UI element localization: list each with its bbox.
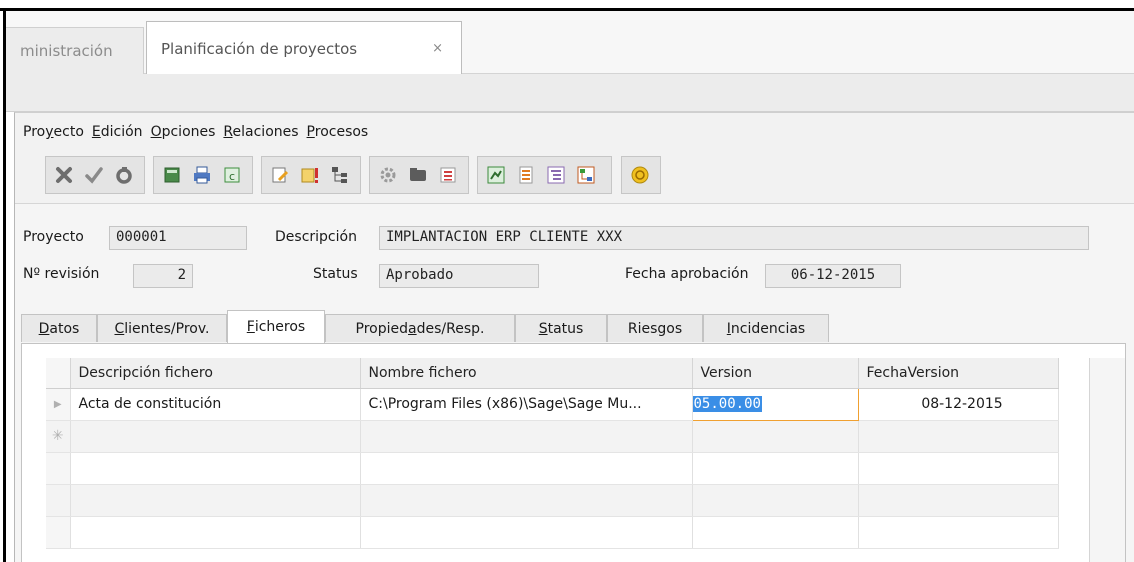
- tab-clientes-prov[interactable]: Clientes/Prov.: [97, 314, 227, 342]
- row-indicator-icon: ▶: [46, 388, 71, 421]
- confirm-icon[interactable]: [80, 161, 108, 189]
- cell-descripcion[interactable]: Acta de constitución: [70, 388, 361, 421]
- folder-icon[interactable]: [404, 161, 432, 189]
- empty-cell[interactable]: [858, 420, 1059, 453]
- toolbar-group-reports: [477, 156, 612, 194]
- tab-administracion[interactable]: ministración: [6, 27, 144, 74]
- cell-fechaversion[interactable]: 08-12-2015: [858, 388, 1059, 421]
- proyecto-field[interactable]: 000001: [109, 226, 247, 250]
- tab-label: ministración: [20, 42, 113, 60]
- chart-icon[interactable]: [482, 161, 510, 189]
- close-icon[interactable]: ×: [432, 41, 443, 56]
- menu-relaciones[interactable]: Relaciones: [223, 124, 298, 140]
- window-frame-top: [0, 0, 1134, 11]
- toolbar-group-currency: [621, 156, 661, 194]
- menu-opciones[interactable]: Opciones: [151, 124, 216, 140]
- tab-planificacion-proyectos[interactable]: Planificación de proyectos ×: [146, 21, 462, 75]
- currency-icon[interactable]: [626, 161, 654, 189]
- alert-doc-icon[interactable]: [296, 161, 324, 189]
- cell-nombre[interactable]: C:\Program Files (x86)\Sage\Sage Mu...: [360, 388, 693, 421]
- new-row-icon: ✳: [46, 420, 71, 453]
- fecha-aprobacion-label: Fecha aprobación: [625, 266, 749, 282]
- table-row[interactable]: ▶ Acta de constitución C:\Program Files …: [46, 387, 1059, 421]
- empty-row: [46, 452, 1059, 485]
- ficheros-grid: Descripción fichero Nombre fichero Versi…: [46, 358, 1090, 562]
- menu-bar: Proyecto Edición Opciones Relaciones Pro…: [15, 113, 1134, 151]
- toolbar-group-edit: [45, 156, 145, 194]
- toolbar-group-docs: [261, 156, 361, 194]
- revision-field[interactable]: 2: [133, 264, 193, 288]
- ficheros-panel: Descripción fichero Nombre fichero Versi…: [21, 343, 1126, 562]
- settings-icon[interactable]: [374, 161, 402, 189]
- tab-ficheros[interactable]: Ficheros: [227, 310, 325, 343]
- new-row[interactable]: ✳: [46, 420, 1059, 453]
- export-icon[interactable]: c: [218, 161, 246, 189]
- column-header-version[interactable]: Version: [692, 358, 859, 389]
- column-header-nombre[interactable]: Nombre fichero: [360, 358, 693, 389]
- revision-label: Nº revisión: [23, 266, 100, 282]
- tab-riesgos[interactable]: Ries g os: [607, 314, 703, 342]
- version-selected-text[interactable]: 05.00.00: [693, 396, 762, 412]
- column-header-descripcion[interactable]: Descripción fichero: [70, 358, 361, 389]
- empty-row: [46, 516, 1059, 549]
- tab-propiedades-resp[interactable]: Propied a des/Resp.: [325, 314, 515, 342]
- column-header-fechaversion[interactable]: FechaVersion: [858, 358, 1059, 389]
- empty-cell[interactable]: [692, 420, 859, 453]
- outline-icon[interactable]: [542, 161, 570, 189]
- status-field[interactable]: Aprobado: [379, 264, 539, 288]
- tab-status[interactable]: Status: [515, 314, 607, 342]
- menu-procesos[interactable]: Procesos: [307, 124, 369, 140]
- menu-edicion[interactable]: Edición: [92, 124, 143, 140]
- tab-incidencias[interactable]: Incidencias: [703, 314, 829, 342]
- delete-icon[interactable]: [50, 161, 78, 189]
- undo-icon[interactable]: [110, 161, 138, 189]
- calculator-icon[interactable]: [158, 161, 186, 189]
- project-window: Proyecto Edición Opciones Relaciones Pro…: [14, 112, 1134, 562]
- empty-cell[interactable]: [360, 420, 693, 453]
- detail-tabs: Datos Clientes/Prov. Ficheros Propied a de…: [21, 310, 921, 343]
- descripcion-label: Descripción: [275, 229, 357, 245]
- descripcion-field[interactable]: IMPLANTACION ERP CLIENTE XXX: [379, 226, 1089, 250]
- tree-icon[interactable]: [326, 161, 354, 189]
- edit-doc-icon[interactable]: [266, 161, 294, 189]
- toolbar-group-config: [369, 156, 469, 194]
- diagram-icon[interactable]: [572, 161, 600, 189]
- print-icon[interactable]: [188, 161, 216, 189]
- svg-text:c: c: [229, 170, 235, 183]
- menu-proyecto[interactable]: Proyecto: [23, 124, 84, 140]
- document-tab-strip: ministración Planificación de proyectos …: [6, 11, 1134, 75]
- grid-scroll-area[interactable]: [1089, 358, 1125, 562]
- tab-datos[interactable]: Datos: [21, 314, 97, 342]
- empty-row: [46, 484, 1059, 517]
- tab-label: Planificación de proyectos: [161, 39, 358, 58]
- cell-version-editing[interactable]: 05.00.00: [691, 387, 859, 421]
- toolbar-group-output: c: [153, 156, 253, 194]
- proyecto-label: Proyecto: [23, 229, 84, 245]
- list-icon[interactable]: [434, 161, 462, 189]
- status-label: Status: [313, 266, 358, 282]
- toolbar: c: [25, 151, 1134, 201]
- project-form: Proyecto 000001 Descripción IMPLANTACION…: [15, 203, 1134, 562]
- header-band: [6, 74, 1134, 112]
- fecha-aprobacion-field[interactable]: 06-12-2015: [765, 264, 901, 288]
- document-icon[interactable]: [512, 161, 540, 189]
- empty-cell[interactable]: [70, 420, 361, 453]
- row-indicator-header: [46, 358, 71, 389]
